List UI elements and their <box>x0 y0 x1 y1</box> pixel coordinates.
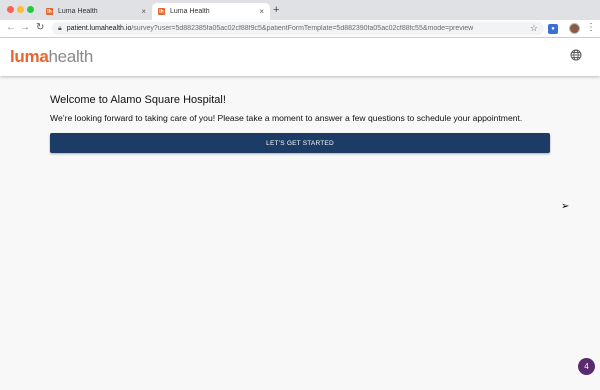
welcome-heading: Welcome to Alamo Square Hospital! <box>50 94 226 106</box>
globe-icon[interactable] <box>570 49 582 64</box>
back-arrow-icon[interactable]: ← <box>6 22 16 34</box>
welcome-subtitle: We’re looking forward to taking care of … <box>50 113 523 123</box>
tab-close-icon[interactable]: × <box>141 7 146 16</box>
browser-tab-2[interactable]: lh Luma Health × <box>152 3 270 20</box>
maximize-window-button[interactable] <box>27 6 34 13</box>
url-host: patient.lumahealth.io <box>66 25 132 32</box>
notification-badge[interactable]: 4 <box>578 358 595 375</box>
browser-menu-icon[interactable]: ⋮ <box>586 22 596 34</box>
close-window-button[interactable] <box>7 6 14 13</box>
lock-icon[interactable]: 🔒︎ <box>58 25 62 33</box>
luma-health-logo: lumahealth <box>10 47 93 67</box>
tab-title: Luma Health <box>170 8 210 15</box>
forward-arrow-icon[interactable]: → <box>20 22 30 34</box>
app-header: lumahealth <box>0 38 600 76</box>
browser-toolbar: ← → ↻ 🔒︎ patient.lumahealth.io /survey?u… <box>0 20 600 38</box>
new-tab-button[interactable]: + <box>273 4 279 16</box>
mouse-cursor-icon: ➢ <box>561 201 570 212</box>
url-path: /survey?user=5d882385fa05ac02cf88f9c5&pa… <box>131 25 474 32</box>
address-bar[interactable]: 🔒︎ patient.lumahealth.io /survey?user=5d… <box>52 22 544 35</box>
logo-health-text: health <box>48 47 94 66</box>
tab-close-icon[interactable]: × <box>259 7 264 16</box>
browser-tab-strip: lh Luma Health × lh Luma Health × + <box>0 0 600 20</box>
luma-favicon-icon: lh <box>46 8 53 15</box>
get-started-button[interactable]: LET’S GET STARTED <box>50 133 550 153</box>
browser-tab-1[interactable]: lh Luma Health × <box>40 3 152 20</box>
bookmark-star-icon[interactable]: ☆ <box>530 23 538 34</box>
luma-favicon-icon: lh <box>158 8 165 15</box>
reload-icon[interactable]: ↻ <box>36 22 44 34</box>
tab-title: Luma Health <box>58 8 98 15</box>
profile-avatar[interactable] <box>569 23 580 34</box>
minimize-window-button[interactable] <box>17 6 24 13</box>
logo-luma-text: luma <box>10 47 49 66</box>
extension-icon[interactable]: ● <box>548 24 558 34</box>
